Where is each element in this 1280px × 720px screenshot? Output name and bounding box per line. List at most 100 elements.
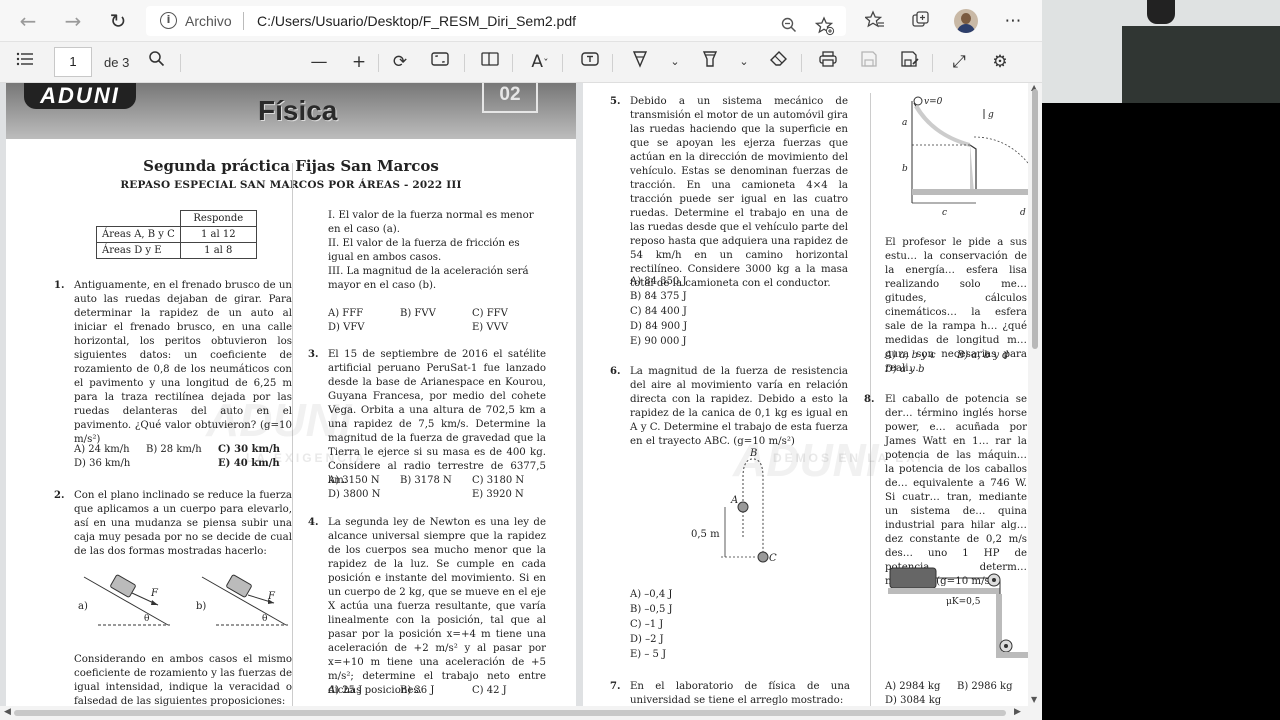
text-box-icon[interactable] xyxy=(577,50,603,74)
scroll-down-icon[interactable]: ▼ xyxy=(1031,695,1037,704)
toolbar-separator xyxy=(562,54,563,72)
question-number: 8. xyxy=(864,394,875,405)
save-icon[interactable] xyxy=(856,50,882,74)
fig-label: B xyxy=(749,448,757,459)
fig-label: C xyxy=(769,553,777,564)
question-number: 3. xyxy=(308,349,319,360)
option: A) 3150 N xyxy=(328,475,380,486)
option: B) 2986 kg xyxy=(957,681,1013,692)
table-row: Áreas A, B y C 1 al 12 xyxy=(96,226,257,243)
document-title: Segunda práctica Fijas San Marcos xyxy=(143,157,439,175)
collections-icon[interactable] xyxy=(910,10,932,32)
pdf-toolbar: 1 de 3 — + ⟳ Aˇ ⌄ ⌄ ⤢ ⚙ xyxy=(0,42,1042,83)
zoom-out-icon[interactable]: — xyxy=(306,50,332,74)
draw-dropdown-icon[interactable]: ⌄ xyxy=(662,50,688,74)
fig-label: c xyxy=(942,208,947,218)
question-number: 5. xyxy=(610,96,621,107)
question-5-text: Debido a un sistema mecánico de transmis… xyxy=(630,96,848,289)
fullscreen-icon[interactable]: ⤢ xyxy=(946,50,972,74)
question-8-text: El caballo de potencia se der… término i… xyxy=(885,394,1027,587)
fig-label: F xyxy=(150,588,159,599)
zoom-in-icon[interactable]: + xyxy=(346,50,372,74)
horizontal-scrollbar[interactable]: ◀ ▶ xyxy=(0,706,1042,720)
table-cell: 1 al 8 xyxy=(179,242,257,259)
question-2-text: Con el plano inclinado se reduce la fuer… xyxy=(74,490,292,557)
toolbar-separator xyxy=(180,54,181,72)
page-number-input[interactable]: 1 xyxy=(54,47,92,77)
fig-label: μK=0,5 xyxy=(946,597,981,607)
highlight-icon[interactable] xyxy=(697,50,723,74)
statement: II. El valor de la fuerza de fricción es… xyxy=(328,238,520,263)
option: B) 28 km/h xyxy=(146,444,202,455)
option: D) 36 km/h xyxy=(74,458,131,469)
scroll-right-icon[interactable]: ▶ xyxy=(1014,707,1021,717)
option: B) FVV xyxy=(400,308,436,319)
profile-avatar[interactable] xyxy=(954,9,978,33)
question-3-text: El 15 de septiembre de 2016 el satélite … xyxy=(328,349,546,486)
option: A) 84 350 J xyxy=(630,276,687,287)
address-bar: ← → ↻ i Archivo C:/Users/Usuario/Desktop… xyxy=(0,0,1042,42)
webcam-board xyxy=(1122,26,1280,103)
banner-title: Física xyxy=(258,95,338,126)
url-box[interactable]: i Archivo C:/Users/Usuario/Desktop/F_RES… xyxy=(146,6,846,36)
more-icon[interactable]: ⋯ xyxy=(1002,10,1024,32)
refresh-icon[interactable]: ↻ xyxy=(104,7,132,35)
option: A) a, b y c xyxy=(885,350,936,361)
ramp-figure: v=0 g a b c d xyxy=(902,96,1028,218)
zoom-icon[interactable] xyxy=(778,16,800,38)
question-number: 2. xyxy=(54,490,65,501)
page-view-icon[interactable] xyxy=(477,50,503,74)
option: B) 36 J xyxy=(400,685,435,696)
fig-label: a) xyxy=(78,601,88,612)
scrollbar-thumb[interactable] xyxy=(14,710,1006,716)
favorites-icon[interactable] xyxy=(863,10,886,32)
settings-icon[interactable]: ⚙ xyxy=(987,50,1013,74)
fit-page-icon[interactable] xyxy=(427,50,453,74)
fig-label: A xyxy=(730,495,738,506)
question-number: 6. xyxy=(610,366,621,377)
scroll-left-icon[interactable]: ◀ xyxy=(4,707,11,717)
option: E) 40 km/h xyxy=(218,458,280,469)
pdf-viewer[interactable]: ADUNI Física 02 Segunda práctica Fijas S… xyxy=(0,83,1028,706)
highlight-dropdown-icon[interactable]: ⌄ xyxy=(731,50,757,74)
fig-label: θ xyxy=(144,614,149,624)
erase-icon[interactable] xyxy=(766,50,792,74)
response-table: Responde Áreas A, B y C 1 al 12 Áreas D … xyxy=(96,210,257,259)
option: C) 42 J xyxy=(472,685,507,696)
page-banner: ADUNI Física 02 xyxy=(6,83,576,139)
contents-icon[interactable] xyxy=(12,50,38,74)
forward-icon[interactable]: → xyxy=(59,7,87,35)
table-cell: 1 al 12 xyxy=(179,226,257,243)
question-7-options: A) a, b y c B) a, b y d D) a y b xyxy=(885,349,1025,379)
option: E) 90 000 J xyxy=(630,336,687,347)
search-icon[interactable] xyxy=(143,50,169,74)
question-1-options: A) 24 km/h B) 28 km/h C) 30 km/h D) 36 k… xyxy=(74,443,292,473)
question-8-options: A) 2984 kg B) 2986 kg D) 3084 kg xyxy=(885,680,1025,706)
fig-label: b xyxy=(902,164,908,174)
statement: III. La magnitud de la aceleración será … xyxy=(328,266,529,291)
statement: I. El valor de la fuerza normal es menor… xyxy=(328,210,534,235)
read-aloud-icon[interactable]: Aˇ xyxy=(527,50,553,74)
url-text[interactable]: C:/Users/Usuario/Desktop/F_RESM_Diri_Sem… xyxy=(257,13,576,29)
table-cell: Áreas D y E xyxy=(96,242,181,259)
trajectory-figure: B A C 0,5 m xyxy=(691,448,777,564)
back-icon[interactable]: ← xyxy=(14,7,42,35)
question-5-options: A) 84 350 J B) 84 375 J C) 84 400 J D) 8… xyxy=(630,275,830,351)
option: C) 84 400 J xyxy=(630,306,687,317)
draw-icon[interactable] xyxy=(627,50,653,74)
option: A) 24 km/h xyxy=(74,444,130,455)
save-as-icon[interactable] xyxy=(897,50,923,74)
inclined-plane-figure: a) F θ b) F θ xyxy=(78,574,288,626)
option: D) 3800 N xyxy=(328,489,381,500)
print-icon[interactable] xyxy=(815,50,841,74)
info-icon[interactable]: i xyxy=(160,12,177,29)
rotate-icon[interactable]: ⟳ xyxy=(387,50,413,74)
page-count: de 3 xyxy=(104,55,130,70)
scrollbar-thumb[interactable] xyxy=(1032,89,1038,349)
fig-label: a xyxy=(902,118,907,128)
vertical-scrollbar[interactable]: ▲ ▼ xyxy=(1028,83,1042,706)
favorite-add-icon[interactable] xyxy=(814,16,836,38)
toolbar-separator xyxy=(512,54,513,72)
toolbar-separator xyxy=(612,54,613,72)
banner-number: 02 xyxy=(482,83,538,113)
